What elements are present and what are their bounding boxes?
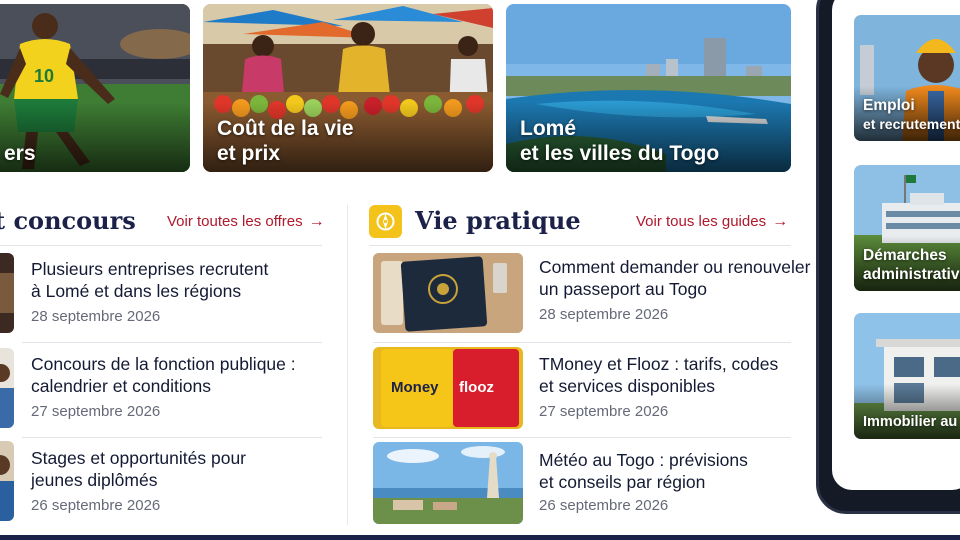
phone-card-caption-line1: Immobilier au To [863,414,960,430]
article-title-line2: et services disponibles [539,376,716,396]
article-title[interactable]: Comment demander ou renouveler un passep… [539,256,810,300]
divider [0,245,322,246]
article-date: 26 septembre 2026 [31,497,161,514]
article-date: 26 septembre 2026 [539,497,669,514]
article-title[interactable]: Concours de la fonction publique : calen… [31,353,296,397]
phone-card-emploi[interactable]: Emploi et recrutement [854,15,960,141]
phone-card-caption: Immobilier au To [863,413,960,432]
card-caption-line2: et les villes du Togo [520,142,720,165]
divider [373,342,791,343]
divider [22,342,322,343]
see-all-offers-label: Voir toutes les offres [167,213,303,230]
article-title-line1: Stages et opportunités pour [31,448,247,468]
article-thumbnail[interactable] [0,253,14,333]
compass-icon [369,205,402,238]
card-caption-line2: ers [4,142,36,165]
article-thumbnail[interactable] [373,442,523,524]
article-date: 28 septembre 2026 [31,308,161,325]
card-football[interactable]: 10 ers [0,4,190,172]
article-title-line1: Météo au Togo : prévisions [539,450,748,470]
article-date: 28 septembre 2026 [539,306,669,323]
article-title-line1: Concours de la fonction publique : [31,354,296,374]
phone-card-demarches[interactable]: Démarches administratives [854,165,960,291]
section-title-vie-pratique: Vie pratique [415,206,581,235]
card-cout-de-la-vie[interactable]: Coût de la vie et prix [203,4,493,172]
card-caption: Coût de la vie et prix [217,116,354,166]
article-date: 27 septembre 2026 [539,403,669,420]
article-title[interactable]: TMoney et Flooz : tarifs, codes et servi… [539,353,778,397]
article-title-line1: TMoney et Flooz : tarifs, codes [539,354,779,374]
section-title-concours: t concours [0,206,136,235]
card-caption-line2: et prix [217,142,281,165]
article-date: 27 septembre 2026 [31,403,161,420]
divider [22,437,322,438]
card-caption-line1: Lomé [520,117,577,140]
article-title-line1: Plusieurs entreprises recrutent [31,259,269,279]
column-divider [347,205,348,525]
flooz-label: flooz [459,379,494,396]
article-title-line2: et conseils par région [539,472,706,492]
article-thumbnail[interactable] [0,348,14,428]
card-caption: Lomé et les villes du Togo [520,116,719,166]
bottom-strip [0,535,960,540]
see-all-guides-label: Voir tous les guides [636,213,767,230]
divider [369,245,791,246]
passport-image [373,253,523,333]
svg-text:10: 10 [34,66,54,86]
article-title-line2: à Lomé et dans les régions [31,281,242,301]
card-caption: ers [4,141,36,166]
article-thumbnail[interactable]: Money flooz [373,347,523,429]
article-title-line1: Comment demander ou renouveler [539,257,811,277]
phone-card-caption-line2: et recrutement [863,116,960,132]
article-title-line2: jeunes diplômés [31,470,158,490]
article-title[interactable]: Plusieurs entreprises recrutent à Lomé e… [31,258,268,302]
tmoney-label: Money [391,379,439,396]
article-title-line2: calendrier et conditions [31,376,211,396]
phone-card-caption: Emploi et recrutement [863,96,960,134]
card-lome[interactable]: Lomé et les villes du Togo [506,4,791,172]
monument-image [373,442,523,524]
article-title-line2: un passeport au Togo [539,279,708,299]
see-all-offers-link[interactable]: Voir toutes les offres → [167,213,325,231]
phone-card-caption: Démarches administratives [863,246,960,284]
phone-card-caption-line1: Emploi [863,97,915,114]
see-all-guides-link[interactable]: Voir tous les guides → [636,213,788,231]
article-thumbnail[interactable] [0,441,14,521]
card-caption-line1: Coût de la vie [217,117,354,140]
arrow-right-icon: → [308,213,325,230]
article-title[interactable]: Météo au Togo : prévisions et conseils p… [539,449,748,493]
phone-card-immobilier[interactable]: Immobilier au To [854,313,960,439]
phone-screen: Emploi et recrutement Démarches administ… [832,0,960,490]
divider [373,437,791,438]
phone-card-caption-line2: administratives [863,266,960,283]
article-title[interactable]: Stages et opportunités pour jeunes diplô… [31,447,246,491]
arrow-right-icon: → [772,213,789,230]
article-thumbnail[interactable] [373,253,523,333]
phone-card-caption-line1: Démarches [863,247,947,264]
